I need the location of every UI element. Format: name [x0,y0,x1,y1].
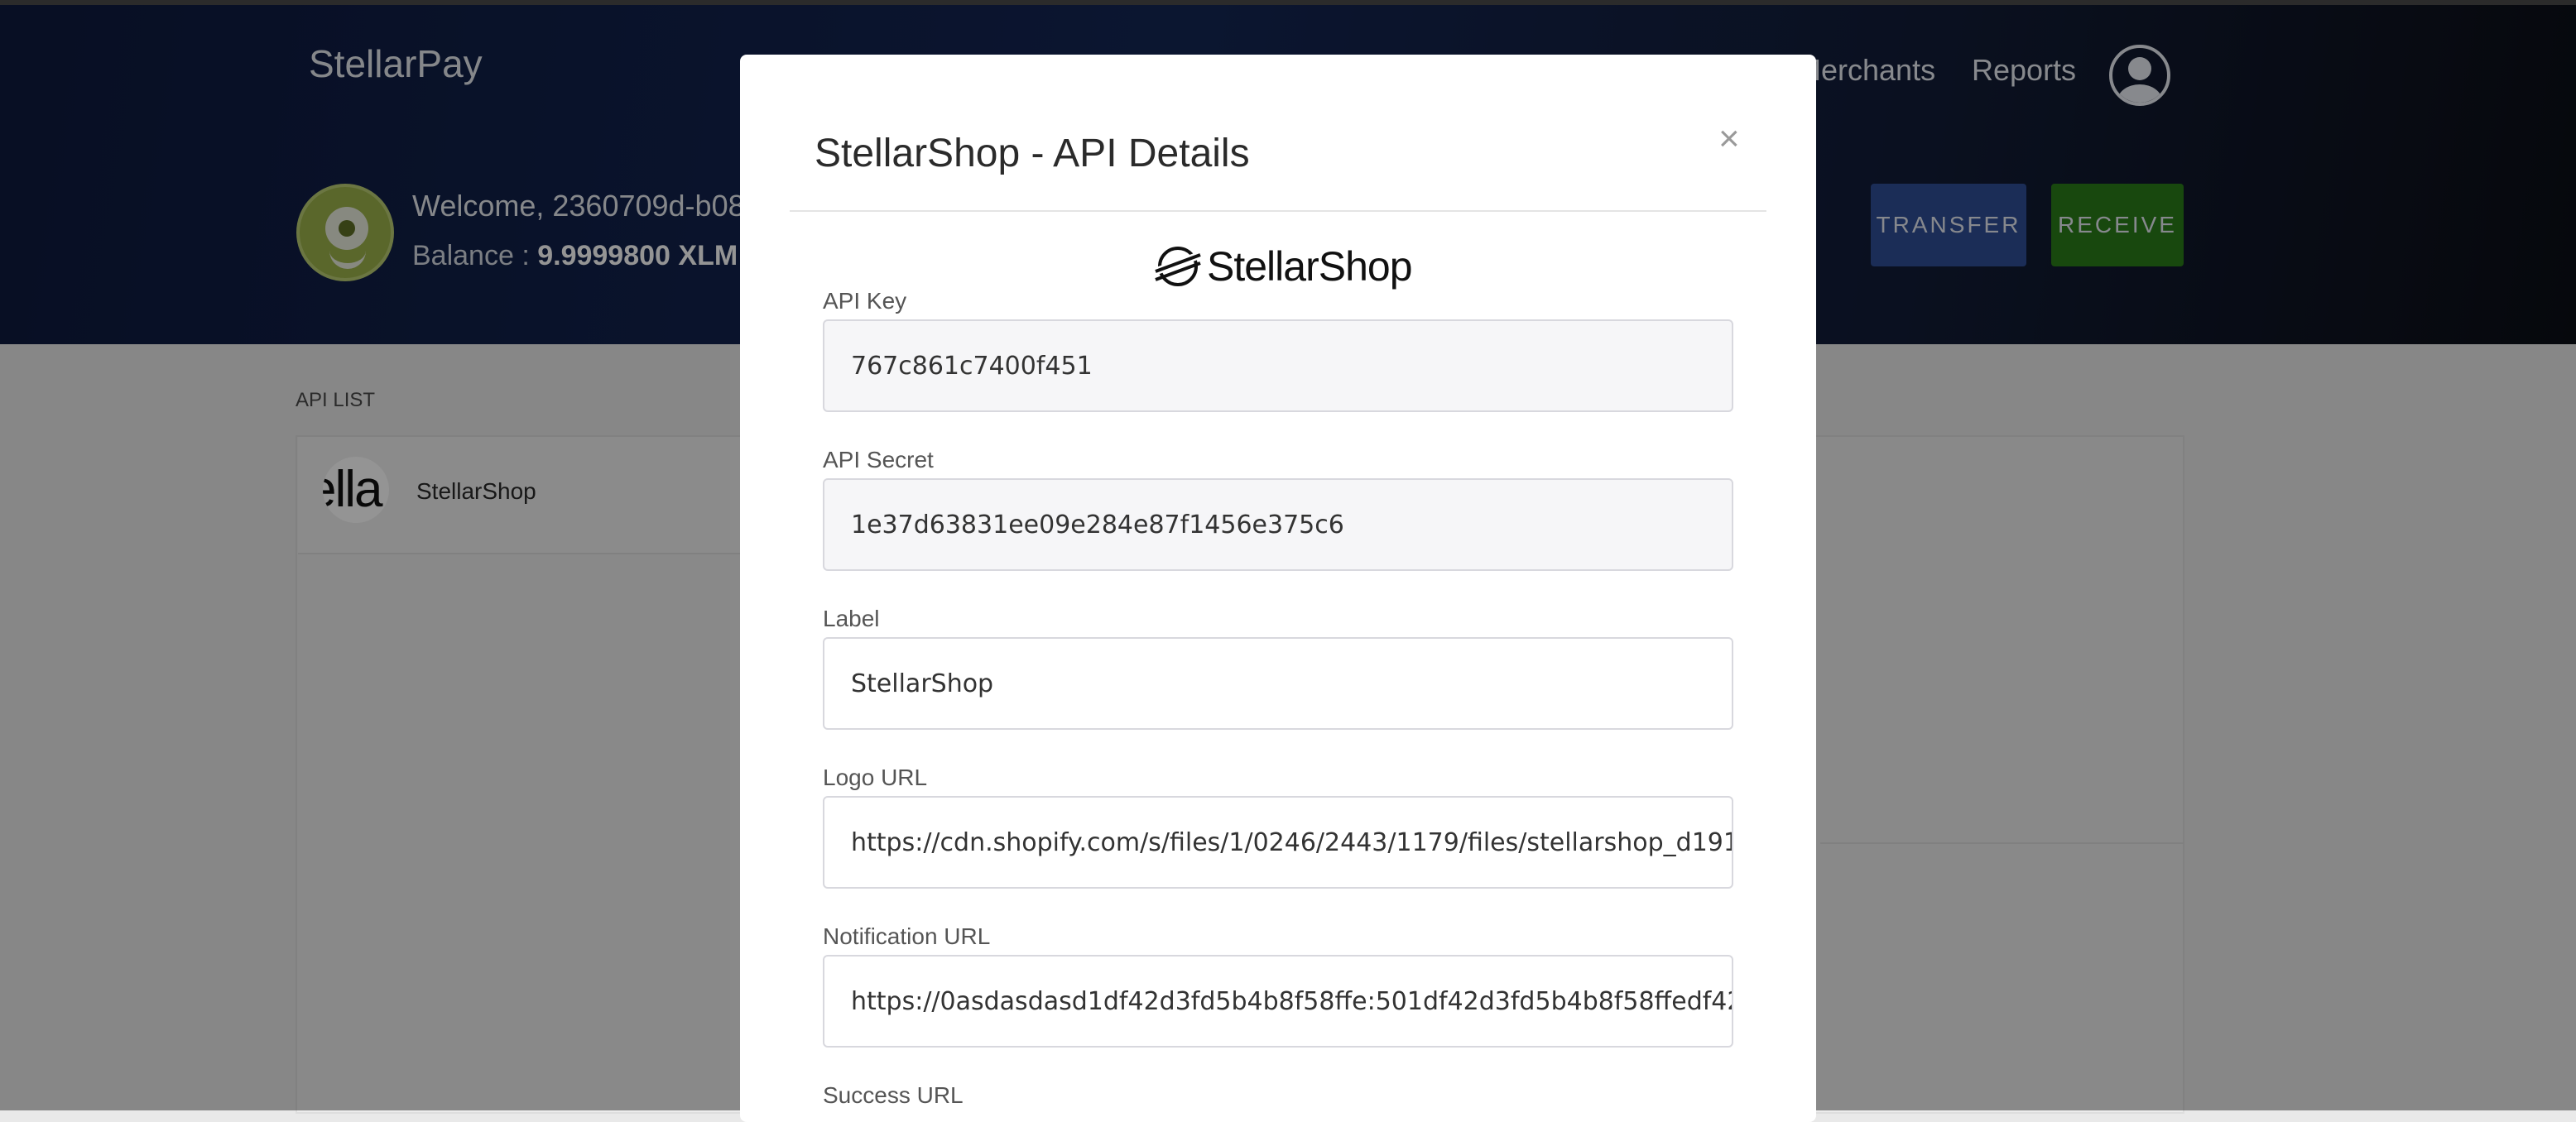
stellarshop-logo: StellarShop [1152,242,1412,291]
logo-url-field[interactable]: https://cdn.shopify.com/s/files/1/0246/2… [823,796,1733,889]
api-key-label: API Key [823,288,907,314]
notification-url-label: Notification URL [823,923,991,949]
label-field[interactable]: StellarShop [823,637,1733,730]
api-details-modal: StellarShop - API Details × StellarShop … [740,55,1816,1122]
label-label: Label [823,606,880,631]
logo-url-label: Logo URL [823,765,928,790]
modal-divider [790,210,1766,212]
modal-title: StellarShop - API Details [815,132,1250,175]
notification-url-field[interactable]: https://0asdasdasd1df42d3fd5b4b8f58ffe:5… [823,955,1733,1048]
api-secret-label: API Secret [823,447,934,472]
success-url-label: Success URL [823,1082,964,1108]
close-icon[interactable]: × [1718,121,1740,157]
api-secret-field[interactable]: 1e37d63831ee09e284e87f1456e375c6 [823,478,1733,571]
api-key-field[interactable]: 767c861c7400f451 [823,319,1733,412]
stellarshop-logo-text: StellarShop [1207,243,1412,290]
stellar-rocket-icon [1154,247,1202,286]
